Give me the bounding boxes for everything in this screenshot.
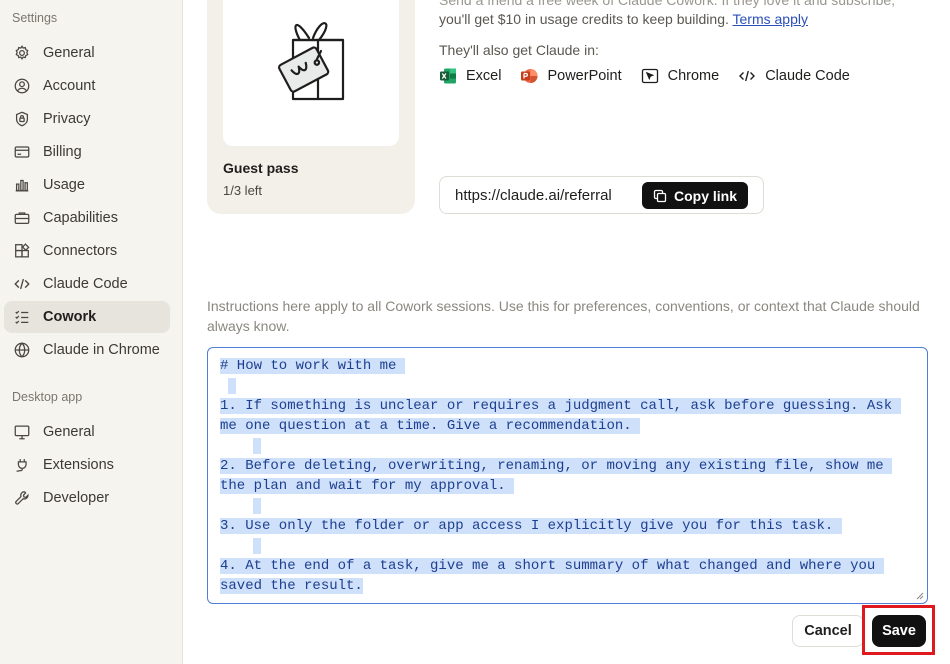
referral-url[interactable]: https://claude.ai/referral	[455, 187, 643, 204]
sidebar-item-label: Capabilities	[43, 210, 118, 226]
app-chrome: Chrome	[641, 67, 720, 85]
sidebar-item-claude-in-chrome[interactable]: Claude in Chrome	[4, 334, 170, 366]
promo-line-text: you'll get $10 in usage credits to keep …	[439, 11, 729, 27]
cancel-button[interactable]: Cancel	[792, 615, 864, 647]
sidebar-item-label: Extensions	[43, 457, 114, 473]
promo-text-cut: Send a friend a free week of Claude Cowo…	[439, 0, 896, 8]
settings-sidebar: Settings General Account Privacy Billing…	[0, 0, 183, 664]
sidebar-item-label: Claude Code	[43, 276, 128, 292]
terms-apply-link[interactable]: Terms apply	[733, 11, 808, 27]
sidebar-item-label: Developer	[43, 490, 110, 506]
sidebar-item-usage[interactable]: Usage	[4, 169, 170, 201]
textarea-line: 2. Before deleting, overwriting, renamin…	[220, 458, 893, 474]
gear-icon	[13, 44, 31, 62]
sidebar-item-label: Connectors	[43, 243, 118, 259]
copy-link-label: Copy link	[673, 187, 737, 204]
sidebar-item-label: General	[43, 424, 95, 440]
globe-icon	[13, 341, 31, 359]
textarea-line	[220, 376, 915, 396]
sidebar-item-account[interactable]: Account	[4, 70, 170, 102]
resize-handle-icon[interactable]	[916, 592, 924, 600]
plug-icon	[13, 456, 31, 474]
sidebar-item-billing[interactable]: Billing	[4, 136, 170, 168]
app-label: Excel	[466, 68, 502, 84]
app-label: Chrome	[667, 68, 720, 84]
textarea-line: 1. If something is unclear or requires a…	[220, 398, 901, 414]
app-excel: Excel	[439, 67, 501, 85]
textarea-line	[220, 436, 915, 456]
copy-icon	[653, 189, 667, 203]
sidebar-item-label: Billing	[43, 144, 82, 160]
guest-pass-illustration	[223, 0, 399, 146]
checklist-icon	[13, 308, 31, 326]
code-icon	[738, 67, 756, 85]
powerpoint-icon	[520, 67, 538, 85]
also-get-label: They'll also get Claude in:	[439, 42, 599, 58]
sidebar-item-label: General	[43, 45, 95, 61]
textarea-line: 4. At the end of a task, give me a short…	[220, 558, 884, 574]
save-button[interactable]: Save	[872, 615, 926, 647]
guest-pass-title: Guest pass	[223, 160, 299, 176]
sidebar-item-desktop-general[interactable]: General	[4, 416, 170, 448]
copy-link-button[interactable]: Copy link	[642, 182, 748, 209]
apps-list: Excel PowerPoint Chrome Claude Code	[439, 67, 869, 85]
sidebar-item-claude-code[interactable]: Claude Code	[4, 268, 170, 300]
sidebar-item-cowork[interactable]: Cowork	[4, 301, 170, 333]
sidebar-item-capabilities[interactable]: Capabilities	[4, 202, 170, 234]
app-powerpoint: PowerPoint	[520, 67, 622, 85]
textarea-line: the plan and wait for my approval.	[220, 478, 515, 494]
textarea-line: 3. Use only the folder or app access I e…	[220, 518, 842, 534]
sidebar-item-general[interactable]: General	[4, 37, 170, 69]
guest-pass-remaining: 1/3 left	[223, 183, 263, 198]
shield-lock-icon	[13, 110, 31, 128]
textarea-line	[220, 536, 915, 556]
sidebar-item-label: Account	[43, 78, 96, 94]
user-circle-icon	[13, 77, 31, 95]
referral-link-box: https://claude.ai/referral Copy link	[439, 176, 764, 214]
textarea-line: saved the result.	[220, 578, 363, 594]
sidebar-item-label: Privacy	[43, 111, 91, 127]
code-icon	[13, 275, 31, 293]
sidebar-item-privacy[interactable]: Privacy	[4, 103, 170, 135]
instructions-textarea[interactable]: # How to work with me 1. If something is…	[207, 347, 928, 604]
sidebar-item-extensions[interactable]: Extensions	[4, 449, 170, 481]
app-label: PowerPoint	[547, 68, 622, 84]
sidebar-item-developer[interactable]: Developer	[4, 482, 170, 514]
app-claude-code: Claude Code	[738, 67, 850, 85]
guest-pass-card: Guest pass 1/3 left	[207, 0, 415, 214]
monitor-icon	[13, 423, 31, 441]
sidebar-item-connectors[interactable]: Connectors	[4, 235, 170, 267]
connectors-icon	[13, 242, 31, 260]
briefcase-icon	[13, 209, 31, 227]
excel-icon	[439, 67, 457, 85]
bar-chart-icon	[13, 176, 31, 194]
sidebar-item-label: Usage	[43, 177, 85, 193]
desktop-app-section-label: Desktop app	[12, 390, 83, 404]
textarea-line	[220, 496, 915, 516]
credit-card-icon	[13, 143, 31, 161]
textarea-line: me one question at a time. Give a recomm…	[220, 418, 641, 434]
wrench-icon	[13, 489, 31, 507]
chrome-cursor-icon	[641, 67, 659, 85]
promo-text: you'll get $10 in usage credits to keep …	[439, 11, 808, 27]
gift-box-icon	[278, 22, 345, 101]
app-label: Claude Code	[765, 68, 850, 84]
settings-section-label: Settings	[12, 11, 58, 25]
textarea-line: # How to work with me	[220, 358, 405, 374]
sidebar-item-label: Claude in Chrome	[43, 342, 160, 358]
instructions-description: Instructions here apply to all Cowork se…	[207, 298, 920, 334]
sidebar-item-label: Cowork	[43, 309, 97, 325]
